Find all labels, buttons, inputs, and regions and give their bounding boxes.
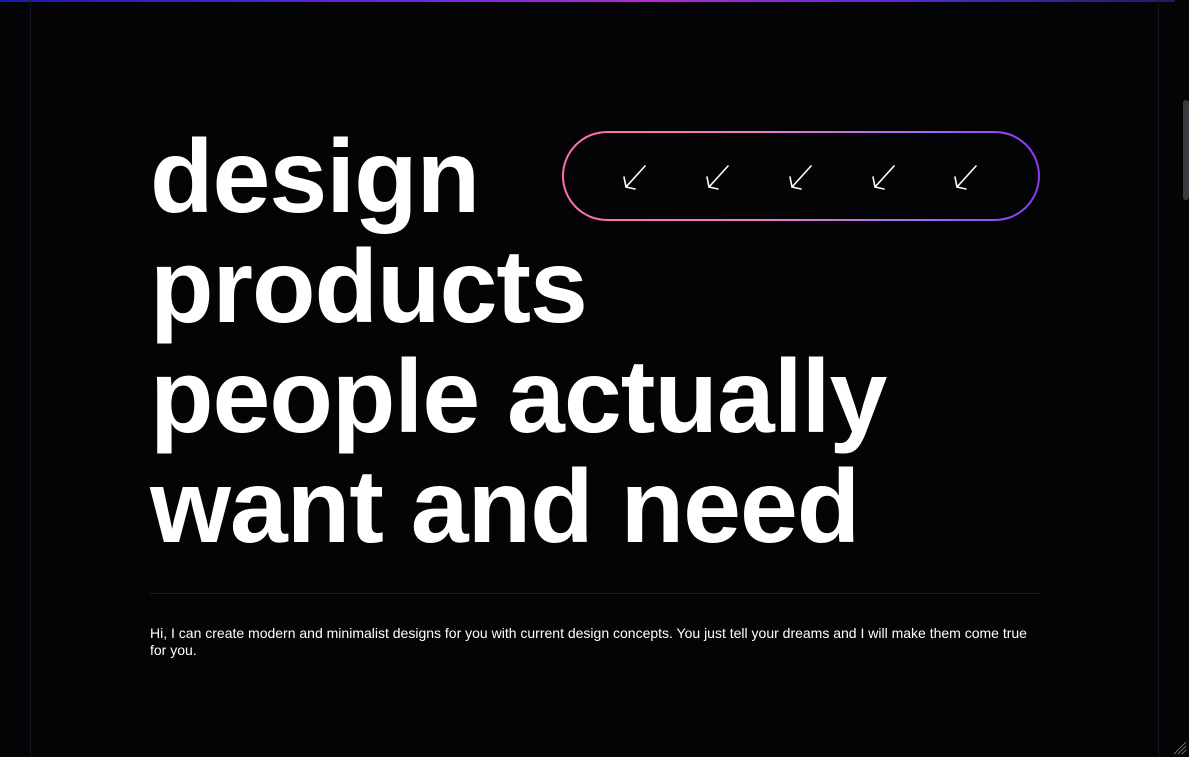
vertical-scrollbar-thumb[interactable] (1183, 100, 1189, 200)
top-accent-bar (0, 0, 1189, 2)
intro-paragraph: Hi, I can create modern and minimalist d… (150, 625, 1027, 658)
arrow-down-left-icon (703, 162, 733, 192)
scroll-down-pill-inner (564, 133, 1038, 219)
arrow-down-left-icon (951, 162, 981, 192)
scroll-down-pill[interactable] (562, 131, 1040, 221)
frame-border-left (30, 0, 31, 757)
section-divider (150, 593, 1040, 594)
headline-line-2: products (150, 229, 588, 345)
arrow-down-left-icon (786, 162, 816, 192)
headline-line-4: want and need (150, 449, 860, 565)
arrow-down-left-icon (869, 162, 899, 192)
resize-grip-icon[interactable] (1171, 739, 1187, 755)
headline-line-3: people actually (150, 339, 887, 455)
frame-border-right (1158, 0, 1159, 757)
arrow-down-left-icon (620, 162, 650, 192)
